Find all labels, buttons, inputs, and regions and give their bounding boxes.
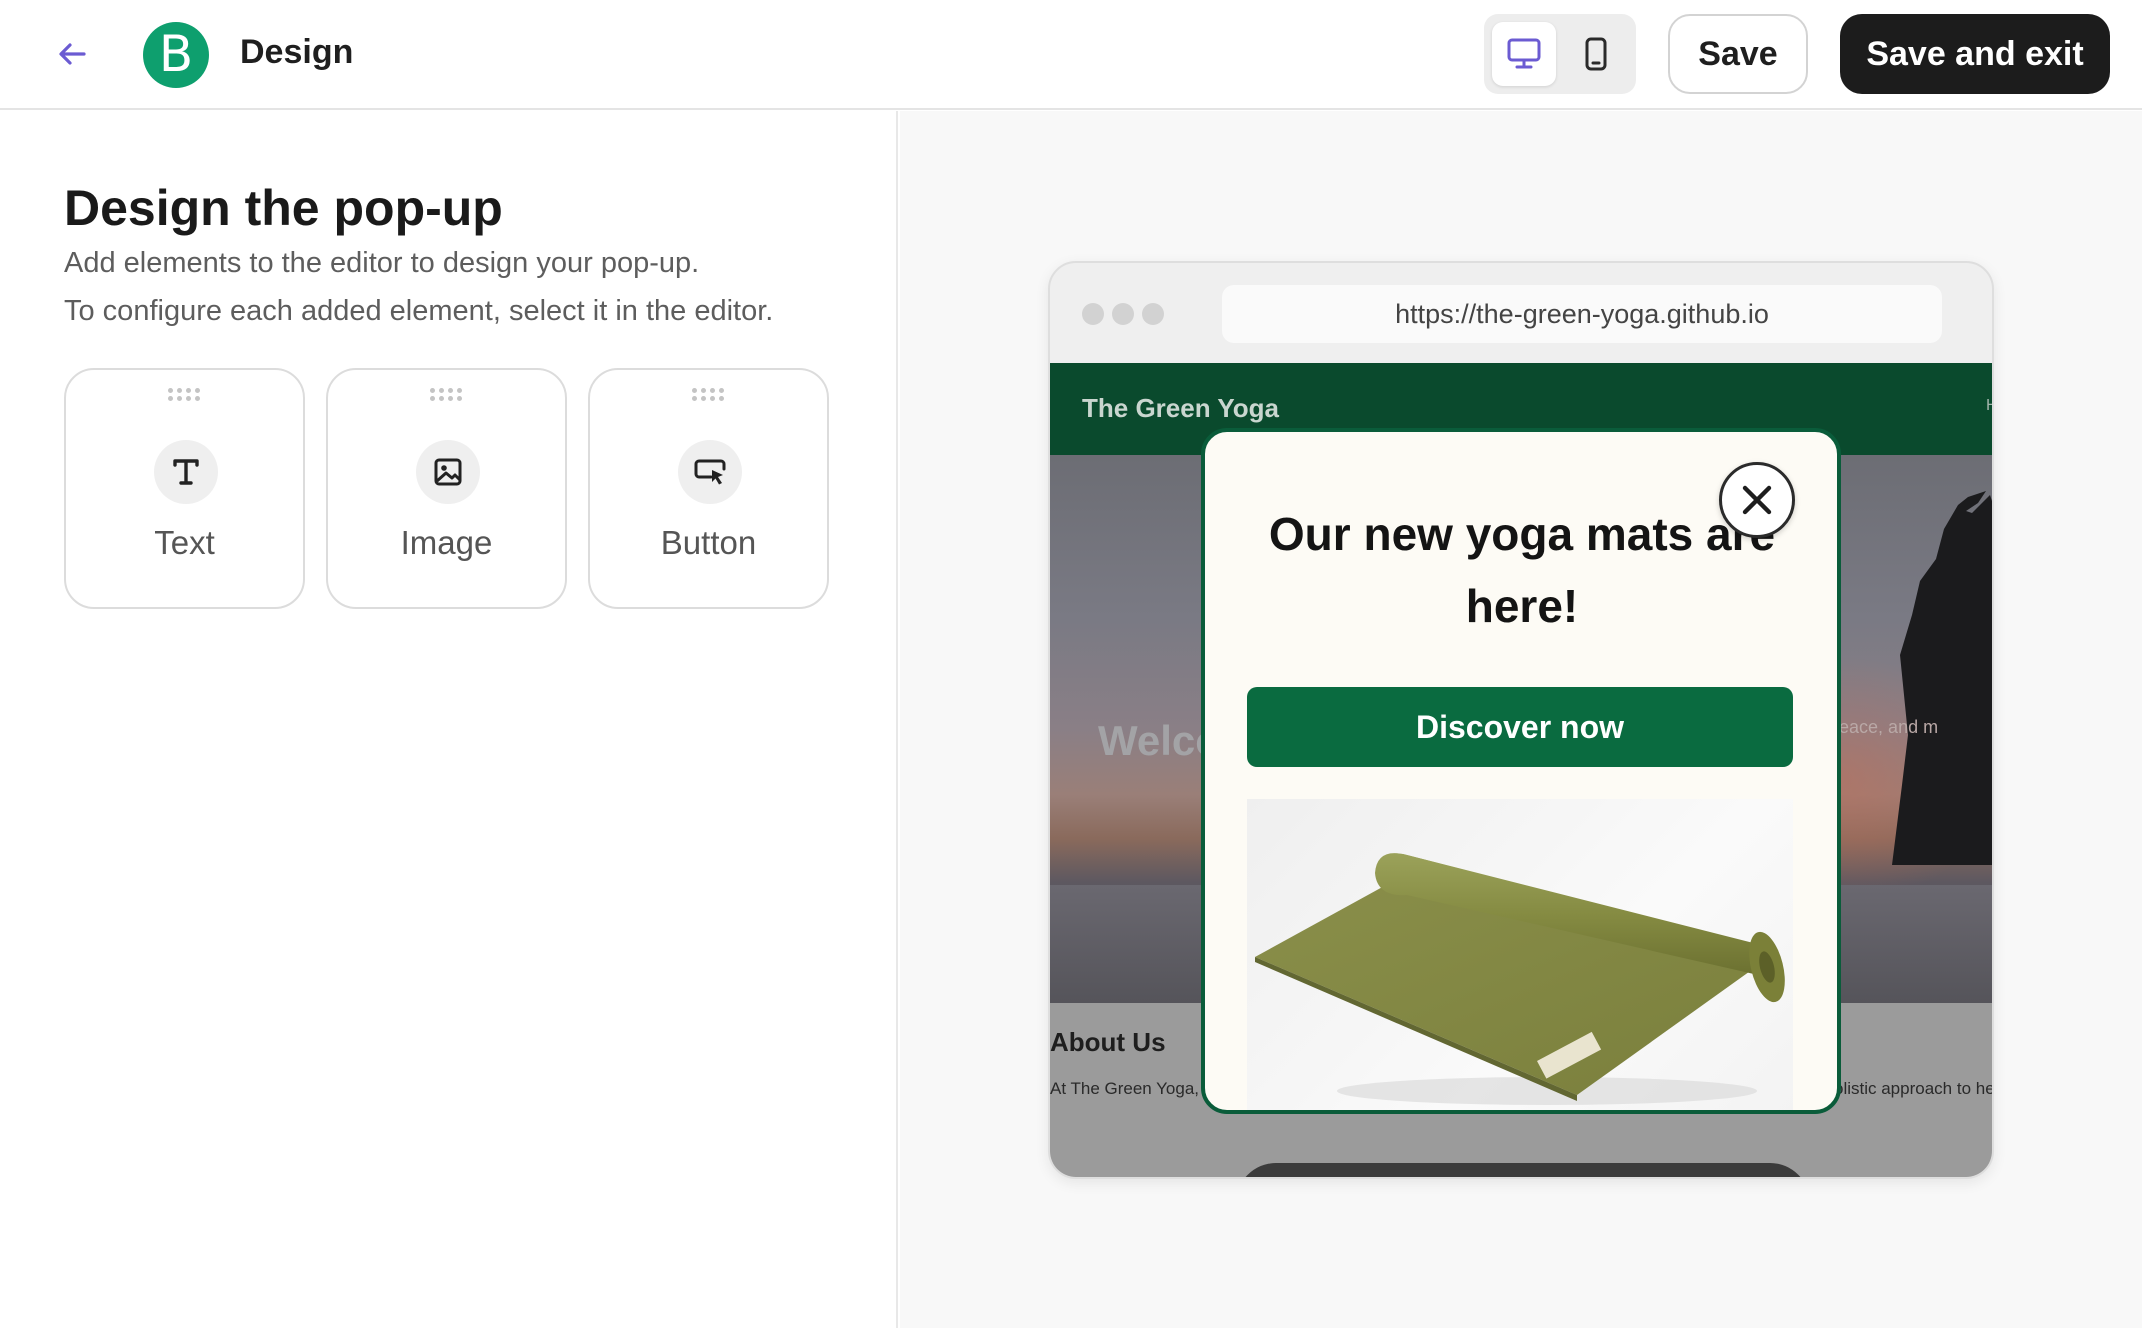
image-icon [416,440,480,504]
mobile-view-button[interactable] [1564,22,1628,86]
about-text-continued: olistic approach to hea [1834,1079,1994,1098]
browser-url-bar: https://the-green-yoga.github.io [1222,285,1942,343]
website-preview: The Green Yoga H Welco lth, peace, and m… [1050,363,1994,1177]
preview-area: https://the-green-yoga.github.io The Gre… [900,111,2142,1328]
panel-title: Design the pop-up [64,180,503,236]
mobile-icon [1585,37,1607,71]
drag-handle-icon[interactable] [430,388,464,402]
brand-logo: B [143,22,209,88]
add-button-element-card[interactable]: Button [588,368,829,609]
close-icon [1742,485,1772,515]
save-button[interactable]: Save [1668,14,1808,94]
design-panel: Design the pop-up Add elements to the ed… [0,111,898,1328]
browser-dot [1142,303,1164,325]
browser-dot [1082,303,1104,325]
drag-handle-icon[interactable] [168,388,202,402]
popup-close-button[interactable] [1719,462,1795,538]
panel-subtitle: Add elements to the editor to design you… [64,247,700,279]
brand-logo-letter: B [158,25,194,83]
text-icon [154,440,218,504]
browser-dot [1112,303,1134,325]
panel-subtitle: To configure each added element, select … [64,295,774,327]
page-title: Design [240,33,354,71]
add-text-element-card[interactable]: Text [64,368,305,609]
button-cursor-icon [678,440,742,504]
yoga-mat-image [1255,853,1785,1105]
device-toggle [1484,14,1636,94]
element-label: Text [154,524,215,561]
site-name: The Green Yoga [1082,393,1279,423]
popup-image[interactable] [1247,799,1793,1110]
save-and-exit-button[interactable]: Save and exit [1840,14,2110,94]
about-heading: About Us [1050,1027,1166,1057]
site-nav-link: H [1986,397,1992,415]
site-bottom-element [1236,1163,1810,1177]
drag-handle-icon[interactable] [692,388,726,402]
top-bar: B Design Save Save and exit [0,0,2142,110]
browser-mockup: https://the-green-yoga.github.io The Gre… [1048,261,1994,1179]
popup-preview[interactable]: Our new yoga mats are here! Discover now [1201,428,1841,1114]
element-label: Button [660,524,757,561]
discover-now-button[interactable]: Discover now [1247,687,1793,767]
add-image-element-card[interactable]: Image [326,368,567,609]
element-label: Image [400,524,493,561]
yoga-silhouette-image [1892,491,1992,865]
back-button[interactable] [52,30,92,78]
desktop-view-button[interactable] [1492,22,1556,86]
arrow-left-icon [59,43,86,65]
desktop-icon [1507,38,1541,69]
